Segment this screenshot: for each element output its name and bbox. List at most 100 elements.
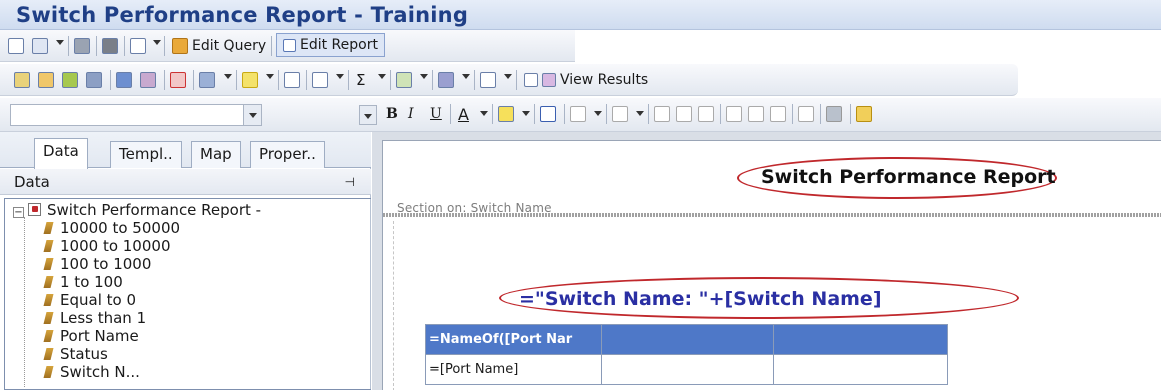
edit-query-button[interactable]: Edit Query [172, 36, 266, 56]
align-top-icon[interactable] [726, 104, 742, 124]
table-cell[interactable]: =[Port Name] [425, 354, 602, 385]
table-cell[interactable] [601, 354, 774, 385]
align-center-icon[interactable] [676, 104, 692, 124]
find-icon[interactable] [102, 36, 118, 56]
tree-item[interactable]: 1000 to 10000 [43, 237, 171, 255]
panel-header-label: Data [14, 173, 50, 191]
alerter-icon[interactable] [170, 70, 186, 90]
section-dropdown-caret[interactable] [420, 74, 428, 79]
sum-dropdown-caret[interactable] [378, 74, 386, 79]
border-icon[interactable] [540, 104, 556, 124]
section-header[interactable]: Section on: Switch Name [383, 201, 1161, 217]
font-size-dropdown[interactable] [359, 105, 377, 125]
align-right-icon[interactable] [698, 104, 714, 124]
save-icon[interactable] [32, 36, 48, 56]
view-results-button[interactable]: View Results [524, 70, 648, 90]
formula-icon[interactable] [38, 70, 54, 90]
undo-icon[interactable] [116, 70, 132, 90]
tab-templates[interactable]: Templ.. [110, 141, 182, 168]
turn-to-dropdown-caret[interactable] [504, 74, 512, 79]
data-panel: Data Templ.. Map Proper.. Data ⊣ − Switch… [0, 132, 371, 390]
section-formula-cell[interactable]: ="Switch Name: "+[Switch Name] [519, 288, 882, 310]
structure-icon [524, 73, 538, 87]
font-name-combo[interactable] [10, 104, 262, 126]
font-color-dropdown-caret[interactable] [480, 111, 488, 116]
break-dropdown-caret[interactable] [224, 74, 232, 79]
table-header-row: =NameOf([Port Nar [425, 324, 948, 355]
fill-color-icon[interactable] [498, 104, 514, 124]
data-tree: − Switch Performance Report - 10000 to 50… [4, 198, 371, 390]
report-table[interactable]: =NameOf([Port Nar =[Port Name] [425, 324, 948, 385]
align-left-icon[interactable] [654, 104, 670, 124]
variable-icon [43, 348, 54, 360]
variable-icon[interactable] [62, 70, 78, 90]
tree-item[interactable]: 10000 to 50000 [43, 219, 180, 237]
title-bar: Switch Performance Report - Training [0, 0, 1161, 30]
variable-icon [43, 366, 54, 378]
table-header-cell[interactable] [601, 324, 774, 355]
ranking-icon[interactable] [284, 70, 300, 90]
tree-item[interactable]: Status [43, 345, 108, 363]
view-results-label: View Results [560, 72, 649, 88]
tree-root[interactable]: − Switch Performance Report - [13, 201, 261, 219]
wrap-text-icon[interactable] [798, 104, 814, 124]
tree-item[interactable]: Port Name [43, 327, 139, 345]
print-icon[interactable] [74, 36, 90, 56]
tab-properties[interactable]: Proper.. [250, 141, 325, 168]
chart-icon[interactable] [438, 70, 454, 90]
edit-report-icon [283, 38, 296, 52]
filter-icon[interactable] [242, 70, 258, 90]
report-canvas[interactable]: Switch Performance Report Section on: Sw… [382, 140, 1161, 390]
table-header-cell[interactable]: =NameOf([Port Nar [425, 324, 602, 355]
table-cell[interactable] [773, 354, 948, 385]
tab-data[interactable]: Data [34, 138, 88, 169]
view-icon[interactable] [130, 36, 146, 56]
report-title[interactable]: Switch Performance Report [761, 166, 1056, 188]
tree-item[interactable]: Less than 1 [43, 309, 146, 327]
filter-dropdown-caret[interactable] [266, 74, 274, 79]
format-painter-icon[interactable] [856, 104, 872, 124]
table-header-cell[interactable] [773, 324, 948, 355]
link-icon[interactable] [86, 70, 102, 90]
view-dropdown-caret[interactable] [153, 40, 161, 45]
sort-dropdown-caret[interactable] [336, 74, 344, 79]
line-style-icon[interactable] [612, 104, 628, 124]
break-icon[interactable] [199, 70, 215, 90]
tree-item[interactable]: Switch N... [43, 363, 140, 381]
window-title: Switch Performance Report - Training [16, 3, 469, 27]
font-name-dropdown[interactable] [243, 105, 261, 125]
grid-icon[interactable] [570, 104, 586, 124]
grid-dropdown-caret[interactable] [594, 111, 602, 116]
align-bottom-icon[interactable] [770, 104, 786, 124]
redo-icon[interactable] [140, 70, 156, 90]
edit-report-label: Edit Report [300, 37, 378, 53]
new-document-icon[interactable] [8, 36, 24, 56]
bold-button[interactable]: B [386, 104, 398, 124]
sum-icon[interactable]: Σ [356, 70, 365, 90]
view-results-icon [542, 73, 556, 87]
align-middle-icon[interactable] [748, 104, 764, 124]
turn-to-icon[interactable] [480, 70, 496, 90]
tree-item[interactable]: Equal to 0 [43, 291, 136, 309]
fill-color-dropdown-caret[interactable] [522, 111, 530, 116]
standard-toolbar: Edit Query Edit Report [0, 30, 575, 62]
italic-button[interactable]: I [408, 104, 414, 124]
insert-table-icon[interactable] [14, 70, 30, 90]
panel-tabs: Data Templ.. Map Proper.. [0, 132, 371, 169]
tree-item[interactable]: 100 to 1000 [43, 255, 151, 273]
collapse-icon[interactable]: − [13, 207, 24, 218]
table-row: =[Port Name] [425, 354, 948, 385]
tree-item[interactable]: 1 to 100 [43, 273, 123, 291]
save-dropdown-caret[interactable] [56, 40, 64, 45]
section-label: Section on: Switch Name [397, 201, 552, 215]
font-color-button[interactable]: A [458, 104, 469, 124]
sort-icon[interactable] [312, 70, 328, 90]
underline-button[interactable]: U [430, 104, 442, 124]
chart-dropdown-caret[interactable] [462, 74, 470, 79]
line-style-dropdown-caret[interactable] [636, 111, 644, 116]
pin-icon[interactable]: ⊣ [345, 169, 355, 195]
tab-map[interactable]: Map [191, 141, 241, 168]
merge-icon[interactable] [826, 104, 842, 124]
section-icon[interactable] [396, 70, 412, 90]
edit-report-button[interactable]: Edit Report [276, 33, 385, 57]
